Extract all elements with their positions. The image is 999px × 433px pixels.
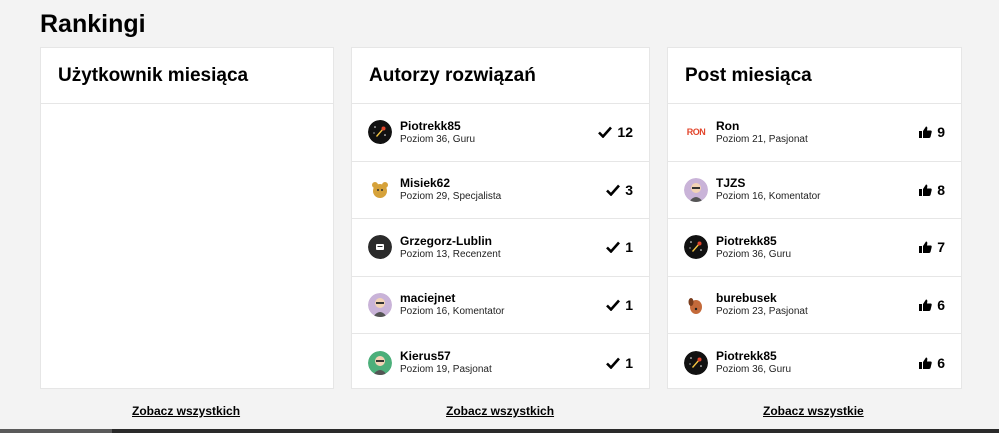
user-info: TJZS Poziom 16, Komentator	[716, 176, 821, 203]
card-title: Użytkownik miesiąca	[41, 48, 333, 104]
user-info: Kierus57 Poziom 19, Pasjonat	[400, 349, 492, 376]
user-name-link[interactable]: maciejnet	[400, 291, 505, 305]
score: 12	[598, 124, 633, 140]
user-name-link[interactable]: Piotrekk85	[400, 119, 475, 133]
user-info: Grzegorz-Lublin Poziom 13, Recenzent	[400, 234, 501, 261]
ron-logo-icon[interactable]: RON	[684, 120, 708, 144]
user-level: Poziom 19, Pasjonat	[400, 364, 492, 376]
score-value: 12	[617, 124, 633, 141]
user-level: Poziom 36, Guru	[716, 248, 792, 260]
ranking-row[interactable]: Kierus57 Poziom 19, Pasjonat 1	[352, 334, 649, 392]
user-info: Misiek62 Poziom 29, Specjalista	[400, 176, 501, 203]
horizontal-scrollbar[interactable]	[0, 429, 999, 433]
score: 1	[606, 355, 633, 371]
score: 1	[606, 239, 633, 255]
person-avatar-icon[interactable]	[684, 177, 708, 202]
user-level: Poziom 21, Pasjonat	[716, 133, 808, 145]
thumbs-up-icon	[919, 357, 937, 369]
user-level: Poziom 16, Komentator	[716, 191, 821, 203]
score-value: 1	[625, 296, 633, 313]
ranking-row[interactable]: Grzegorz-Lublin Poziom 13, Recenzent 1	[352, 219, 649, 277]
checkmark-icon	[598, 126, 617, 139]
user-name-link[interactable]: Piotrekk85	[716, 234, 791, 248]
thumbs-up-icon	[919, 126, 937, 139]
page-title: Rankingi	[40, 10, 146, 38]
user-level: Poziom 13, Recenzent	[400, 248, 501, 260]
dog-avatar-icon[interactable]	[684, 292, 708, 317]
ranking-row[interactable]: burebusek Poziom 23, Pasjonat 6	[668, 277, 961, 334]
score-value: 6	[937, 354, 945, 371]
score: 7	[919, 239, 945, 255]
user-name-link[interactable]: burebusek	[716, 291, 808, 305]
post-of-month-card: Post miesiąca RON Ron Poziom 21, Pasjonat 9…	[667, 47, 962, 389]
checkmark-icon	[606, 184, 625, 196]
user-info: Ron Poziom 21, Pasjonat	[716, 119, 808, 146]
score-value: 7	[937, 239, 945, 256]
user-level: Poziom 36, Guru	[716, 364, 792, 376]
score-value: 8	[937, 181, 945, 198]
score: 1	[606, 297, 633, 313]
user-info: maciejnet Poziom 16, Komentator	[400, 291, 505, 318]
scrollbar-thumb[interactable]	[0, 429, 112, 433]
user-level: Poziom 23, Pasjonat	[716, 306, 808, 318]
user-name-link[interactable]: Kierus57	[400, 349, 492, 363]
score: 9	[919, 124, 945, 140]
user-name-link[interactable]: Misiek62	[400, 176, 501, 190]
score-value: 9	[937, 124, 945, 141]
thumbs-up-icon	[919, 241, 937, 254]
see-all-posts-link[interactable]: Zobacz wszystkie	[763, 404, 864, 418]
badge-avatar-icon[interactable]	[368, 235, 392, 260]
rocket-avatar-icon[interactable]	[684, 235, 708, 260]
score-value: 1	[625, 239, 633, 256]
thumbs-up-icon	[919, 299, 937, 311]
user-name-link[interactable]: Piotrekk85	[716, 349, 791, 363]
card-title: Autorzy rozwiązań	[352, 48, 649, 104]
rocket-avatar-icon[interactable]	[368, 120, 392, 145]
ranking-row[interactable]: Piotrekk85 Poziom 36, Guru 6	[668, 334, 961, 392]
user-info: Piotrekk85 Poziom 36, Guru	[716, 234, 791, 261]
solution-authors-card: Autorzy rozwiązań Piotrekk85 Poziom 36, G…	[351, 47, 650, 389]
person-avatar-icon[interactable]	[368, 292, 392, 317]
ranking-row[interactable]: Piotrekk85 Poziom 36, Guru 12	[352, 104, 649, 162]
see-all-authors-link[interactable]: Zobacz wszystkich	[446, 404, 554, 418]
user-name-link[interactable]: Ron	[716, 119, 808, 133]
checkmark-icon	[606, 357, 625, 369]
user-level: Poziom 29, Specjalista	[400, 191, 502, 203]
thumbs-up-icon	[919, 184, 937, 196]
ranking-row[interactable]: RON Ron Poziom 21, Pasjonat 9	[668, 104, 961, 162]
card-title: Post miesiąca	[668, 48, 961, 104]
rocket-avatar-icon[interactable]	[684, 350, 708, 375]
score: 3	[606, 182, 633, 198]
bear-avatar-icon[interactable]	[368, 177, 392, 202]
checkmark-icon	[606, 241, 625, 254]
score: 6	[919, 355, 945, 371]
score: 6	[919, 297, 945, 313]
user-info: Piotrekk85 Poziom 36, Guru	[716, 349, 791, 376]
score-value: 1	[625, 354, 633, 371]
user-info: burebusek Poziom 23, Pasjonat	[716, 291, 808, 318]
checkmark-icon	[606, 299, 625, 311]
ranking-row[interactable]: Piotrekk85 Poziom 36, Guru 7	[668, 219, 961, 277]
user-name-link[interactable]: TJZS	[716, 176, 821, 190]
ranking-row[interactable]: TJZS Poziom 16, Komentator 8	[668, 162, 961, 219]
ranking-row[interactable]: Misiek62 Poziom 29, Specjalista 3	[352, 162, 649, 219]
user-of-month-card: Użytkownik miesiąca	[40, 47, 334, 389]
user-level: Poziom 16, Komentator	[400, 306, 505, 318]
score-value: 6	[937, 296, 945, 313]
score: 8	[919, 182, 945, 198]
user-name-link[interactable]: Grzegorz-Lublin	[400, 234, 501, 248]
see-all-users-link[interactable]: Zobacz wszystkich	[132, 404, 240, 418]
person-avatar-icon[interactable]	[368, 350, 392, 375]
score-value: 3	[625, 181, 633, 198]
user-info: Piotrekk85 Poziom 36, Guru	[400, 119, 475, 146]
user-level: Poziom 36, Guru	[400, 133, 476, 145]
ranking-row[interactable]: maciejnet Poziom 16, Komentator 1	[352, 277, 649, 334]
